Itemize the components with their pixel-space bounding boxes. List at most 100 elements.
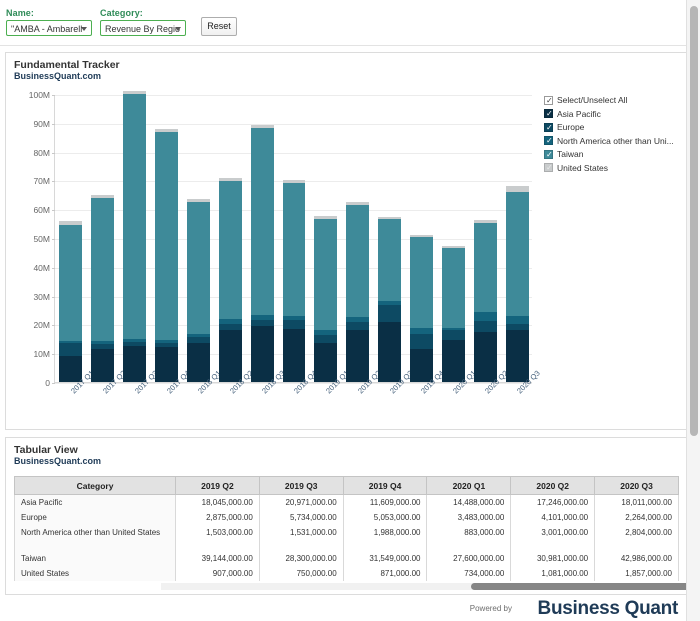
- bar-2018-q2[interactable]: [218, 178, 242, 382]
- bar-2020-q2[interactable]: [473, 219, 497, 382]
- table-cell-category: North America other than United States: [14, 525, 176, 551]
- bar-segment[interactable]: [218, 181, 242, 320]
- bar-segment[interactable]: [473, 332, 497, 382]
- reset-button[interactable]: Reset: [201, 17, 237, 36]
- bar-segment[interactable]: [59, 224, 83, 342]
- legend-item-asia[interactable]: ✓ Asia Pacific: [544, 109, 689, 119]
- bar-segment[interactable]: [441, 248, 465, 328]
- checkbox-icon[interactable]: ✓: [544, 149, 553, 159]
- bar-segment[interactable]: [91, 197, 115, 341]
- name-select[interactable]: "AMBA - Ambarell: [6, 20, 92, 36]
- bar-segment[interactable]: [59, 343, 83, 357]
- bar-segment[interactable]: [378, 305, 402, 322]
- bar-segment[interactable]: [282, 320, 306, 329]
- bar-segment[interactable]: [505, 330, 529, 382]
- legend-select-all[interactable]: ✓ Select/Unselect All: [544, 95, 689, 105]
- bar-segment[interactable]: [346, 204, 370, 318]
- bar-segment[interactable]: [314, 343, 338, 382]
- legend-item-europe[interactable]: ✓ Europe: [544, 122, 689, 132]
- bar-segment[interactable]: [218, 323, 242, 331]
- bar-segment[interactable]: [505, 191, 529, 316]
- bar-segment[interactable]: [346, 330, 370, 382]
- table-cell-category: Europe: [14, 510, 176, 525]
- fundamental-tracker-card: Fundamental Tracker BusinessQuant.com 0 1…: [5, 52, 687, 430]
- bar-segment[interactable]: [441, 340, 465, 382]
- y-axis-tick-label: 60M: [33, 205, 50, 216]
- table-header-quarter[interactable]: 2019 Q2: [175, 476, 260, 495]
- category-select[interactable]: Revenue By Regio: [100, 20, 186, 36]
- bar-2019-q1[interactable]: [314, 215, 338, 382]
- bar-segment[interactable]: [155, 347, 178, 382]
- bar-segment[interactable]: [314, 218, 338, 330]
- bar-segment[interactable]: [473, 320, 497, 333]
- bar-segment[interactable]: [378, 219, 402, 301]
- checkbox-icon[interactable]: ✓: [544, 136, 553, 145]
- bar-segment[interactable]: [505, 315, 529, 324]
- bar-segment[interactable]: [378, 321, 402, 382]
- bar-segment[interactable]: [155, 132, 178, 341]
- bar-segment[interactable]: [473, 311, 497, 321]
- bar-segment[interactable]: [186, 202, 210, 334]
- legend-item-taiwan[interactable]: ✓ Taiwan: [544, 149, 689, 159]
- bar-2018-q3[interactable]: [250, 125, 274, 382]
- table-header-quarter[interactable]: 2020 Q3: [594, 476, 679, 495]
- table-cell-value: 3,001,000.00: [510, 525, 596, 551]
- table-cell-value: 18,045,000.00: [175, 494, 260, 510]
- tabular-view-card: Tabular View BusinessQuant.com Category 2…: [5, 437, 700, 595]
- checkbox-icon[interactable]: ✓: [544, 122, 553, 132]
- bar-2017-q2[interactable]: [91, 194, 115, 382]
- legend-item-north[interactable]: ✓ North America other than Uni...: [544, 136, 689, 146]
- name-filter-label: Name:: [6, 8, 35, 18]
- page-vertical-scrollbar[interactable]: [686, 0, 700, 621]
- y-axis-tick-label: 80M: [33, 147, 50, 158]
- chevron-down-icon: [81, 27, 87, 31]
- y-axis-tick-label: 20M: [33, 320, 50, 331]
- bar-segment[interactable]: [282, 328, 306, 382]
- bar-segment[interactable]: [218, 330, 242, 382]
- legend-select-all-label: Select/Unselect All: [557, 95, 628, 105]
- table-header-quarter[interactable]: 2020 Q2: [510, 476, 596, 495]
- legend-item-label: Europe: [557, 122, 585, 132]
- bar-2018-q1[interactable]: [186, 199, 210, 382]
- bar-segment[interactable]: [186, 343, 210, 382]
- y-axis-tick-mark: [52, 95, 55, 96]
- bar-segment[interactable]: [123, 346, 147, 382]
- table-scroll-container[interactable]: Category 2019 Q2 2019 Q3 2019 Q4 2020 Q1 2020…: [14, 476, 680, 581]
- checkbox-icon[interactable]: ✓: [544, 163, 553, 172]
- bar-segment[interactable]: [346, 321, 370, 331]
- bar-segment[interactable]: [123, 94, 147, 340]
- table-header-category[interactable]: Category: [14, 476, 176, 495]
- table-card-subtitle: BusinessQuant.com: [14, 456, 102, 466]
- bar-2020-q3[interactable]: [505, 186, 529, 382]
- scrollbar-thumb[interactable]: [690, 6, 698, 436]
- bar-2017-q1[interactable]: [59, 220, 83, 382]
- bar-2018-q4[interactable]: [282, 180, 306, 382]
- bar-segment[interactable]: [441, 330, 465, 341]
- bar-2019-q3[interactable]: [378, 217, 402, 382]
- bar-segment[interactable]: [409, 237, 433, 329]
- bar-2019-q2[interactable]: [346, 202, 370, 382]
- bar-2019-q4[interactable]: [409, 234, 433, 382]
- bar-segment[interactable]: [250, 325, 274, 382]
- bar-2017-q4[interactable]: [155, 128, 178, 382]
- checkbox-icon[interactable]: ✓: [544, 109, 553, 118]
- table-header-quarter[interactable]: 2019 Q3: [258, 476, 344, 495]
- checkbox-icon[interactable]: ✓: [544, 95, 553, 105]
- bar-segment[interactable]: [409, 334, 433, 349]
- y-axis-tick-mark: [52, 123, 55, 125]
- legend-item-united[interactable]: ✓ United States: [544, 163, 689, 173]
- scrollbar-thumb[interactable]: [471, 583, 700, 590]
- table-horizontal-scrollbar[interactable]: [161, 583, 700, 590]
- chart-plot-area: 0 10M 20M 30M 40M 50M 60M 70M 80M 90M 100M 2017 Q1 2…: [29, 90, 542, 395]
- bar-segment[interactable]: [473, 222, 497, 312]
- bar-segment[interactable]: [314, 334, 338, 344]
- bar-segment[interactable]: [282, 183, 306, 316]
- table-cell-value: 1,503,000.00: [175, 525, 260, 551]
- bar-segment[interactable]: [91, 348, 115, 382]
- bar-2017-q3[interactable]: [123, 91, 147, 382]
- table-cell-category: United States: [14, 566, 176, 581]
- table-header-quarter[interactable]: 2020 Q1: [426, 476, 512, 495]
- table-header-quarter[interactable]: 2019 Q4: [342, 476, 428, 495]
- bar-segment[interactable]: [250, 128, 274, 316]
- bar-2020-q1[interactable]: [441, 246, 465, 382]
